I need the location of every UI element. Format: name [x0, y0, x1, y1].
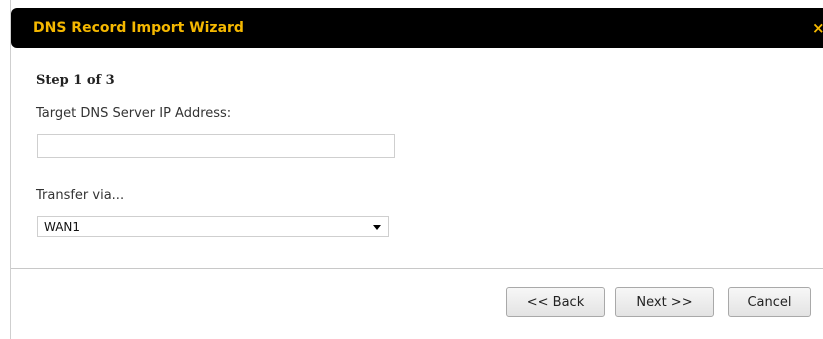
back-button[interactable]: << Back	[506, 287, 605, 317]
step-indicator: Step 1 of 3	[36, 73, 115, 88]
dialog-title-bar: DNS Record Import Wizard ×	[11, 8, 823, 48]
chevron-down-icon	[373, 225, 381, 230]
footer-divider	[11, 268, 823, 269]
dialog-title: DNS Record Import Wizard	[33, 20, 244, 36]
transfer-via-selected-value: WAN1	[44, 220, 81, 234]
dns-import-dialog: DNS Record Import Wizard × Step 1 of 3 T…	[10, 0, 823, 339]
ip-address-label: Target DNS Server IP Address:	[36, 106, 232, 121]
close-icon[interactable]: ×	[812, 19, 823, 37]
transfer-via-label: Transfer via...	[36, 188, 125, 203]
transfer-via-select[interactable]: WAN1	[37, 216, 389, 237]
ip-address-input[interactable]	[37, 134, 395, 158]
next-button[interactable]: Next >>	[615, 287, 714, 317]
cancel-button[interactable]: Cancel	[728, 287, 811, 317]
